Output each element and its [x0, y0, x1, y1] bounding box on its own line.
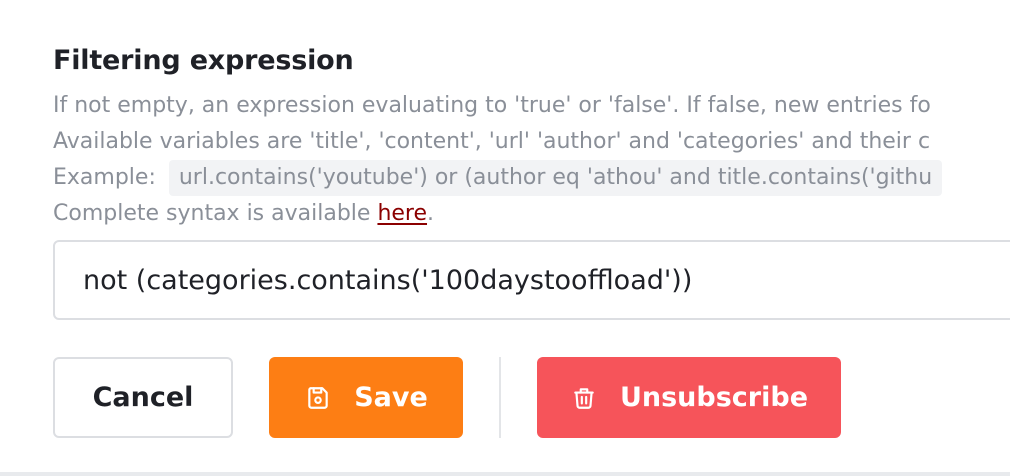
button-divider [499, 357, 501, 438]
example-prefix: Example: [53, 165, 156, 190]
help-line: If not empty, an expression evaluating t… [53, 93, 931, 118]
syntax-prefix: Complete syntax is available [53, 201, 378, 226]
syntax-help-link[interactable]: here [377, 201, 427, 226]
cancel-button[interactable]: Cancel [53, 357, 233, 438]
feed-settings-form: Filtering expression If not empty, an ex… [0, 0, 1010, 476]
example-code: url.contains('youtube') or (author eq 'a… [168, 160, 943, 196]
floppy-disk-icon [304, 384, 332, 412]
filter-expression-label: Filtering expression [53, 45, 354, 76]
save-label: Save [354, 382, 428, 413]
filter-expression-input[interactable] [53, 240, 1010, 320]
help-line: Available variables are 'title', 'conten… [53, 129, 931, 154]
unsubscribe-button[interactable]: Unsubscribe [537, 357, 841, 438]
section-divider [0, 472, 1010, 476]
syntax-suffix: . [427, 201, 435, 226]
cancel-label: Cancel [92, 382, 194, 413]
unsubscribe-label: Unsubscribe [619, 382, 809, 413]
syntax-line: Complete syntax is available here. [53, 196, 1010, 232]
save-button[interactable]: Save [269, 357, 463, 438]
filter-expression-help: If not empty, an expression evaluating t… [53, 88, 1010, 232]
example-line: Example: url.contains('youtube') or (aut… [53, 160, 1010, 196]
trash-icon [570, 384, 598, 412]
